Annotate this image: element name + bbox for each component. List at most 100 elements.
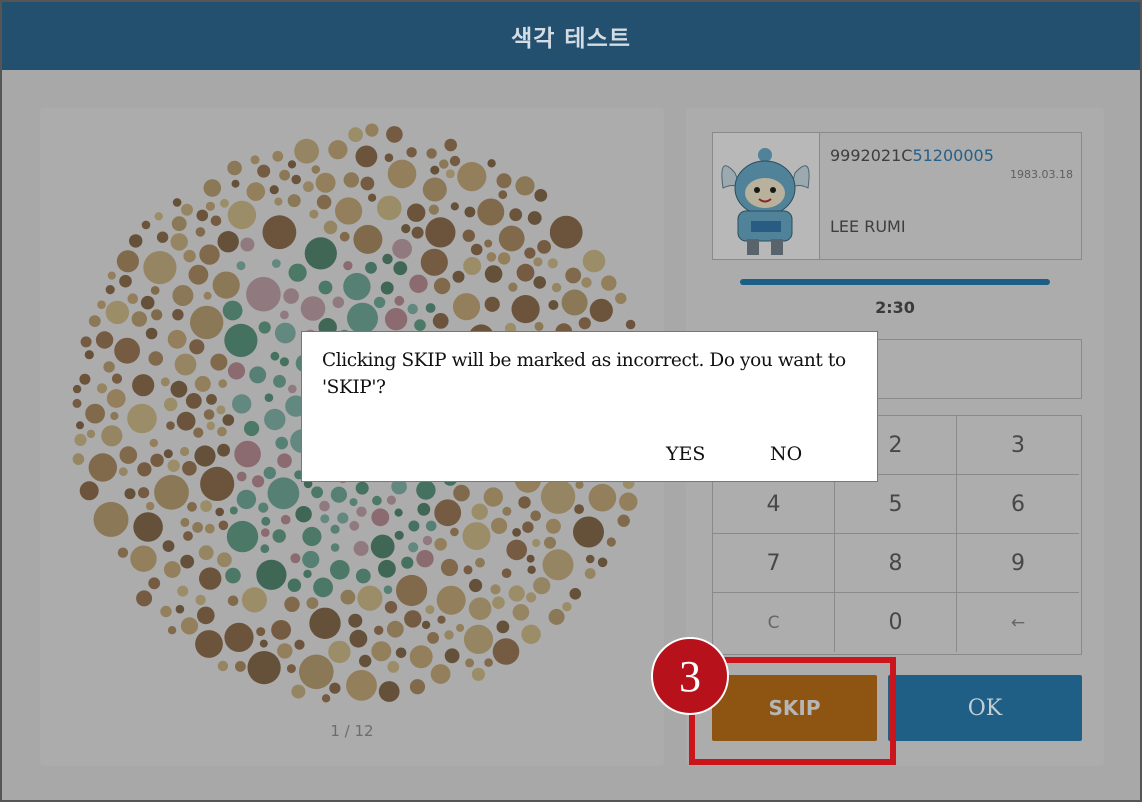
birthdate: 1983.03.18 [1010, 168, 1073, 181]
plate-dot [303, 181, 314, 193]
plate-dot [457, 162, 487, 192]
plate-dot [107, 271, 116, 280]
plate-dot [407, 303, 418, 315]
dialog-yes-button[interactable]: YES [666, 443, 705, 465]
key-3[interactable]: 3 [957, 416, 1079, 475]
plate-dot [506, 539, 527, 561]
plate-dot [185, 393, 202, 409]
plate-dot [262, 215, 297, 250]
plate-dot [374, 625, 384, 635]
key-0[interactable]: 0 [835, 593, 957, 652]
plate-dot [170, 380, 188, 398]
plate-dot [286, 664, 296, 674]
plate-dot [143, 251, 177, 285]
key-7[interactable]: 7 [713, 534, 835, 593]
plate-dot [561, 289, 588, 316]
plate-dot [187, 501, 197, 512]
plate-dot [588, 483, 617, 512]
plate-dot [257, 164, 271, 178]
key-6[interactable]: 6 [957, 475, 1079, 534]
plate-dot [190, 305, 224, 340]
plate-dot [183, 249, 196, 263]
key-5[interactable]: 5 [835, 475, 957, 534]
plate-dot [484, 296, 500, 312]
plate-dot [302, 526, 322, 547]
plate-dot [279, 357, 289, 367]
key-4[interactable]: 4 [713, 475, 835, 534]
plate-dot [204, 523, 215, 534]
plate-dot [259, 639, 268, 648]
plate-dot [271, 620, 291, 640]
ok-button[interactable]: OK [888, 675, 1082, 741]
plate-dot [475, 557, 485, 568]
plate-dot [452, 293, 481, 321]
plate-dot [484, 658, 493, 667]
plate-dot [216, 405, 226, 415]
plate-dot [357, 585, 383, 611]
plate-dot [136, 590, 153, 607]
plate-dot [463, 624, 494, 654]
plate-dot [387, 159, 417, 189]
plate-dot [349, 520, 360, 531]
plate-dot [150, 453, 164, 467]
plate-dot [462, 229, 475, 242]
plate-dot [106, 389, 126, 408]
plate-dot [428, 204, 439, 215]
plate-dot [309, 607, 341, 639]
plate-dot [483, 487, 503, 507]
plate-dot [105, 285, 115, 295]
plate-dot [468, 597, 492, 620]
plate-dot [359, 654, 372, 668]
plate-dot [272, 529, 286, 543]
plate-dot [295, 506, 312, 523]
key-clear[interactable]: C [713, 593, 835, 652]
plate-dot [95, 331, 114, 349]
plate-dot [521, 624, 541, 644]
plate-dot [180, 617, 199, 635]
key-backspace[interactable]: ← [957, 593, 1079, 652]
plate-dot [497, 252, 511, 265]
plate-dot [218, 520, 229, 531]
plate-dot [162, 540, 175, 552]
plate-dot [319, 500, 330, 512]
plate-dot [72, 453, 85, 465]
plate-dot [368, 193, 377, 202]
plate-dot [79, 373, 91, 385]
plate-dot [462, 522, 491, 551]
plate-dot [188, 264, 209, 285]
plate-dot [422, 177, 447, 202]
plate-dot [444, 630, 454, 640]
plate-dot [548, 300, 559, 310]
plate-dot [264, 408, 286, 431]
plate-dot [306, 597, 319, 609]
plate-dot [150, 286, 160, 295]
plate-dot [229, 506, 238, 515]
plate-dot [156, 231, 169, 243]
plate-dot [524, 247, 536, 259]
dialog-no-button[interactable]: NO [770, 443, 802, 465]
plate-dot [349, 629, 368, 648]
key-8[interactable]: 8 [835, 534, 957, 593]
plate-dot [512, 604, 530, 621]
plate-dot [597, 557, 608, 568]
plate-dot [498, 190, 508, 200]
plate-dot [417, 502, 431, 516]
plate-dot [210, 215, 222, 227]
key-9[interactable]: 9 [957, 534, 1079, 593]
plate-dot [302, 550, 320, 569]
plate-dot [175, 604, 185, 614]
plate-dot [355, 568, 371, 584]
plate-dot [206, 394, 217, 405]
plate-dot [226, 520, 259, 553]
plate-dot [463, 565, 473, 575]
plate-dot [232, 394, 252, 414]
plate-dot [386, 620, 404, 638]
plate-dot [617, 514, 630, 527]
plate-dot [172, 198, 182, 207]
plate-dot [291, 174, 301, 185]
plate-dot [146, 501, 155, 511]
plate-dot [330, 560, 350, 580]
plate-dot [140, 295, 155, 310]
plate-dot [215, 507, 224, 517]
plate-dot [343, 272, 371, 301]
